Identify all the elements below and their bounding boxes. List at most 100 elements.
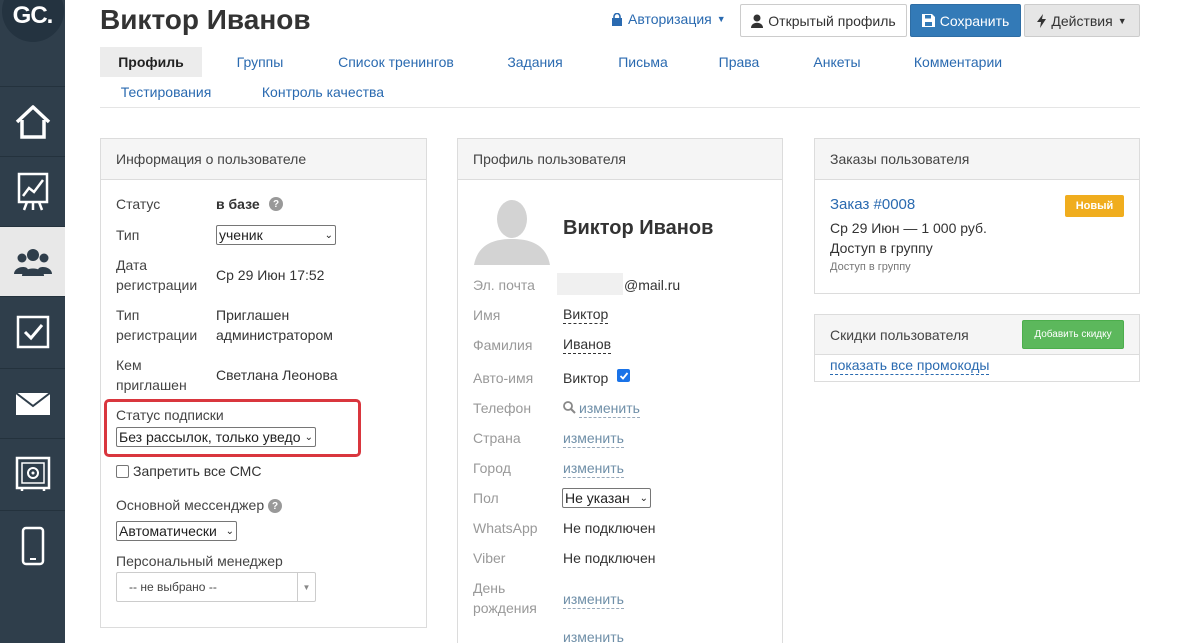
tab-quality-control[interactable]: Контроль качества — [255, 77, 391, 107]
phone-label: Телефон — [473, 400, 532, 416]
sidebar-item-tasks[interactable] — [0, 296, 65, 366]
invited-by-label-line2: приглашен — [116, 377, 187, 393]
add-discount-button[interactable]: Добавить скидку — [1022, 320, 1124, 349]
logo-dot: . — [46, 2, 54, 29]
gender-select[interactable]: Не указан ⌄ — [562, 488, 651, 508]
type-label: Тип — [116, 227, 140, 243]
order-link[interactable]: Заказ #0008 — [830, 196, 915, 213]
manager-value: -- не выбрано -- — [129, 580, 217, 594]
auth-label: Авторизация — [628, 11, 712, 27]
profile-title: Профиль пользователя — [458, 139, 782, 180]
save-label: Сохранить — [939, 12, 1010, 29]
tab-profile[interactable]: Профиль — [100, 47, 202, 77]
help-icon[interactable]: ? — [269, 195, 283, 212]
reg-type-label-line1: Тип — [116, 307, 140, 323]
reg-type-label-line2: регистрации — [116, 327, 198, 343]
show-promocodes-link[interactable]: показать все промокоды — [830, 357, 990, 375]
viber-value: Не подключен — [563, 550, 656, 566]
bolt-icon — [1037, 13, 1047, 28]
save-button[interactable]: Сохранить — [910, 4, 1021, 37]
open-profile-label: Открытый профиль — [768, 12, 896, 29]
tab-comments[interactable]: Комментарии — [906, 47, 1010, 77]
type-select-value: ученик — [219, 227, 263, 243]
tab-bar: Профиль Группы Список тренингов Задания … — [100, 47, 1140, 108]
actions-dropdown-button[interactable]: Действия ▼ — [1024, 4, 1140, 37]
country-change-link[interactable]: изменить — [563, 429, 624, 448]
phone-icon — [21, 526, 44, 565]
sms-ban-label: Запретить все СМС — [133, 463, 262, 479]
birthday-label-line1: День — [473, 580, 506, 596]
auth-dropdown[interactable]: Авторизация ▼ — [611, 11, 726, 27]
manager-select[interactable]: -- не выбрано -- ▼ — [116, 572, 316, 602]
checkbox-icon — [16, 315, 49, 348]
logo-text: GC — [12, 2, 48, 29]
manager-label: Персональный менеджер — [116, 553, 283, 569]
page-title: Виктор Иванов — [100, 4, 311, 35]
first-name-field[interactable]: Виктор — [563, 305, 609, 324]
avatar[interactable] — [472, 195, 552, 265]
tab-tests[interactable]: Тестирования — [108, 77, 224, 107]
search-icon — [563, 401, 576, 417]
first-name-label: Имя — [473, 307, 501, 323]
sidebar-item-users[interactable] — [0, 226, 65, 296]
birthday-label-line2: рождения — [473, 600, 537, 616]
checkmark-icon — [619, 371, 628, 380]
extra-change-link[interactable]: изменить — [563, 628, 624, 643]
gender-label: Пол — [473, 490, 499, 506]
tab-rights[interactable]: Права — [710, 47, 768, 77]
chevron-down-icon: ▼ — [297, 573, 315, 601]
birthday-change-link[interactable]: изменить — [563, 590, 624, 609]
tab-trainings[interactable]: Список тренингов — [329, 47, 463, 77]
country-label: Страна — [473, 430, 521, 446]
sidebar-item-home[interactable] — [0, 86, 65, 156]
chevron-down-icon: ⌄ — [225, 525, 234, 537]
highlight-frame — [104, 399, 361, 457]
user-icon — [751, 14, 764, 28]
order-date-amount: Ср 29 Июн — 1 000 руб. — [830, 220, 987, 236]
caret-down-icon: ▼ — [716, 14, 726, 24]
invited-by-value: Светлана Леонова — [216, 367, 338, 383]
avatar-placeholder-icon — [472, 195, 552, 265]
tab-groups[interactable]: Группы — [218, 47, 302, 77]
phone-change-link[interactable]: изменить — [579, 399, 640, 418]
open-profile-button[interactable]: Открытый профиль — [740, 4, 907, 37]
tab-tasks[interactable]: Задания — [497, 47, 573, 77]
email-value: @mail.ru — [624, 277, 681, 293]
help-icon[interactable]: ? — [268, 497, 282, 514]
auto-name-label: Авто-имя — [473, 370, 534, 386]
email-label: Эл. почта — [473, 277, 535, 293]
viber-label: Viber — [473, 550, 506, 566]
sidebar: GC. — [0, 0, 65, 643]
sms-ban-checkbox[interactable] — [116, 464, 129, 478]
sidebar-item-mobile[interactable] — [0, 510, 65, 580]
messenger-label: Основной мессенджер — [116, 497, 265, 513]
type-select[interactable]: ученик ⌄ — [216, 225, 336, 245]
chevron-down-icon: ⌄ — [324, 229, 333, 241]
city-change-link[interactable]: изменить — [563, 459, 624, 478]
logo[interactable]: GC. — [0, 0, 65, 68]
email-redacted — [557, 273, 623, 295]
auto-name-value: Виктор — [563, 370, 609, 386]
city-label: Город — [473, 460, 511, 476]
safe-icon — [15, 456, 50, 491]
tab-letters[interactable]: Письма — [605, 47, 681, 77]
reg-type-value-line1: Приглашен — [216, 307, 290, 323]
sidebar-item-mail[interactable] — [0, 368, 65, 438]
whatsapp-label: WhatsApp — [473, 520, 538, 536]
invited-by-label-line1: Кем — [116, 357, 142, 373]
reg-date-label-line1: Дата — [116, 257, 148, 273]
auto-name-checkbox[interactable] — [617, 369, 630, 382]
user-info-title: Информация о пользователе — [101, 139, 426, 180]
chart-icon — [17, 172, 48, 210]
messenger-select[interactable]: Автоматически ⌄ — [116, 521, 237, 541]
sms-ban-checkbox-row[interactable]: Запретить все СМС — [116, 461, 261, 481]
actions-label: Действия — [1051, 12, 1113, 29]
status-label: Статус — [116, 196, 161, 212]
tab-forms[interactable]: Анкеты — [804, 47, 870, 77]
sidebar-item-reports[interactable] — [0, 156, 65, 226]
profile-name: Виктор Иванов — [563, 217, 714, 239]
sidebar-item-safe[interactable] — [0, 438, 65, 508]
status-value: в базе — [216, 196, 260, 212]
messenger-value: Автоматически — [119, 523, 217, 539]
last-name-field[interactable]: Иванов — [563, 335, 612, 354]
